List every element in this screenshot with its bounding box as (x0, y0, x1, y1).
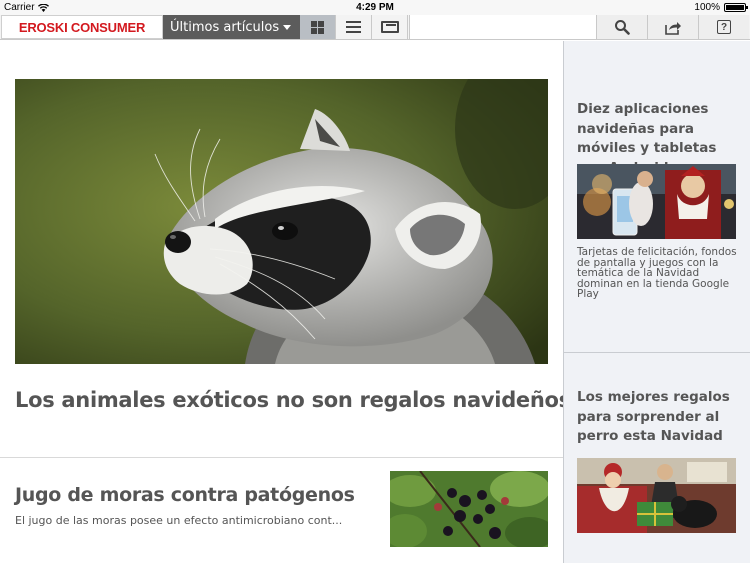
magazine-view-button[interactable] (372, 15, 408, 39)
article-title[interactable]: Jugo de moras contra patógenos (15, 484, 355, 506)
share-button[interactable] (647, 15, 698, 39)
hero-article-image[interactable] (15, 79, 548, 364)
sidebar-article-image[interactable] (577, 164, 736, 239)
search-button[interactable] (596, 15, 647, 39)
santa-phone-photo (577, 164, 736, 239)
feed-divider (0, 457, 563, 458)
raccoon-photo (15, 79, 548, 364)
top-navigation-bar: EROSKI CONSUMER Últimos artículos ? (0, 15, 750, 40)
article-feed: Los animales exóticos no son regalos nav… (0, 41, 571, 563)
sidebar-article-title-2[interactable]: Los mejores regalos para sorprender al p… (577, 388, 742, 447)
list-view-icon (346, 21, 361, 33)
search-icon (615, 20, 630, 35)
brand-logo-text: EROSKI CONSUMER (18, 19, 146, 35)
section-dropdown-label: Últimos artículos (170, 19, 280, 35)
grid-view-button[interactable] (300, 15, 336, 39)
sidebar-divider (564, 352, 750, 353)
article-excerpt: El jugo de las moras posee un efecto ant… (15, 514, 343, 527)
share-icon (665, 21, 681, 35)
grid-view-icon (311, 20, 324, 34)
help-button[interactable]: ? (698, 15, 749, 39)
toolbar-spacer (409, 15, 596, 39)
dog-gift-photo (577, 458, 736, 533)
ios-status-bar: Carrier 4:29 PM 100% (0, 0, 750, 15)
sidebar-featured: Diez aplicaciones navideñas para móviles… (563, 41, 750, 563)
battery-indicator: 100% (694, 2, 748, 13)
battery-percent: 100% (694, 2, 720, 13)
battery-icon (724, 3, 748, 12)
brand-logo[interactable]: EROSKI CONSUMER (1, 15, 163, 39)
sidebar-article-summary: Tarjetas de felicitación, fondos de pant… (577, 246, 737, 300)
chevron-down-icon (283, 25, 291, 30)
blackberries-photo (390, 471, 548, 547)
section-dropdown[interactable]: Últimos artículos (163, 15, 300, 39)
clock: 4:29 PM (356, 2, 394, 13)
hero-article-title[interactable]: Los animales exóticos no son regalos nav… (15, 388, 571, 412)
article-thumbnail[interactable] (390, 471, 548, 547)
magazine-view-icon (380, 21, 399, 33)
sidebar-article-image-2[interactable] (577, 458, 736, 533)
list-view-button[interactable] (336, 15, 372, 39)
help-icon: ? (717, 20, 731, 34)
